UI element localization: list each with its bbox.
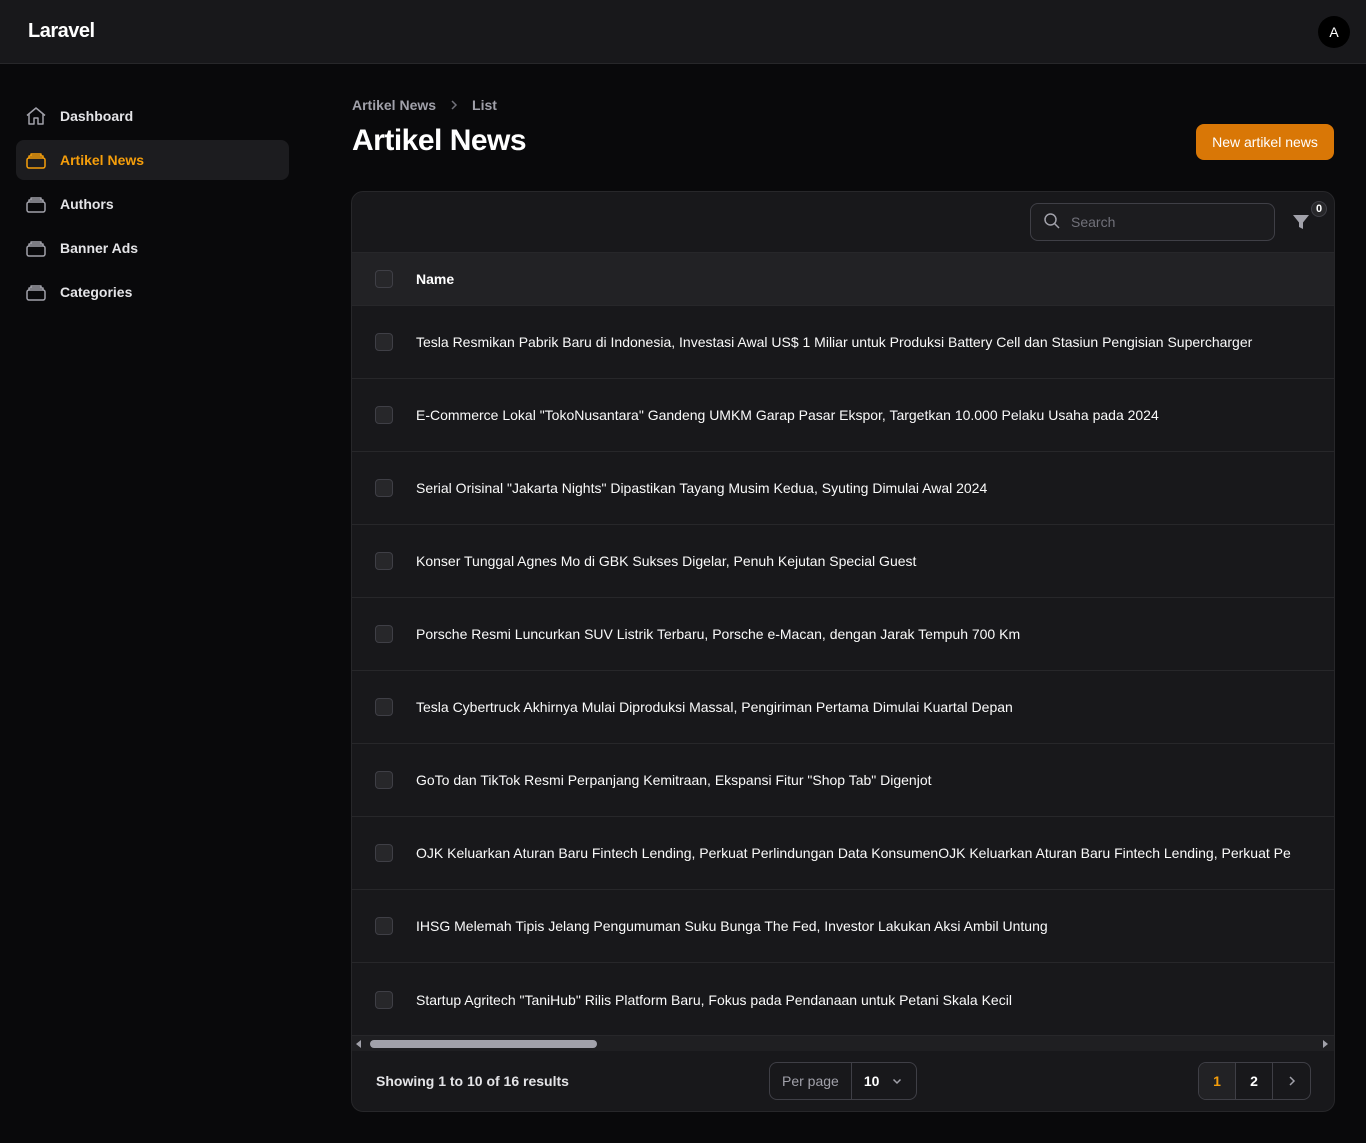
- filter-count-badge: 0: [1311, 201, 1327, 217]
- sidebar: Dashboard Artikel News Authors Banner Ad…: [16, 96, 289, 316]
- chevron-right-icon: [1288, 1076, 1295, 1086]
- column-header-name[interactable]: Name: [416, 271, 454, 287]
- row-checkbox[interactable]: [375, 771, 393, 789]
- table-row[interactable]: Tesla Cybertruck Akhirnya Mulai Diproduk…: [352, 671, 1334, 744]
- row-checkbox[interactable]: [375, 552, 393, 570]
- row-name[interactable]: Tesla Resmikan Pabrik Baru di Indonesia,…: [416, 334, 1252, 350]
- row-checkbox[interactable]: [375, 844, 393, 862]
- row-name[interactable]: Porsche Resmi Luncurkan SUV Listrik Terb…: [416, 626, 1020, 642]
- breadcrumb: Artikel News List: [352, 97, 497, 113]
- breadcrumb-current: List: [472, 97, 497, 113]
- search-icon: [1043, 212, 1061, 233]
- row-name[interactable]: OJK Keluarkan Aturan Baru Fintech Lendin…: [416, 845, 1291, 861]
- row-checkbox[interactable]: [375, 479, 393, 497]
- row-checkbox[interactable]: [375, 625, 393, 643]
- sidebar-item-label: Authors: [60, 196, 114, 212]
- row-checkbox[interactable]: [375, 333, 393, 351]
- per-page-label: Per page: [770, 1063, 852, 1099]
- breadcrumb-parent[interactable]: Artikel News: [352, 97, 436, 113]
- row-name[interactable]: IHSG Melemah Tipis Jelang Pengumuman Suk…: [416, 918, 1048, 934]
- per-page-select[interactable]: 10: [852, 1073, 904, 1089]
- table-row[interactable]: Konser Tunggal Agnes Mo di GBK Sukses Di…: [352, 525, 1334, 598]
- page-2-button[interactable]: 2: [1236, 1063, 1273, 1099]
- table-toolbar: 0: [352, 192, 1334, 253]
- row-name[interactable]: GoTo dan TikTok Resmi Perpanjang Kemitra…: [416, 772, 932, 788]
- row-name[interactable]: E-Commerce Lokal "TokoNusantara" Gandeng…: [416, 407, 1159, 423]
- sidebar-item-authors[interactable]: Authors: [16, 184, 289, 224]
- next-page-button[interactable]: [1273, 1063, 1310, 1099]
- filter-icon[interactable]: [1290, 211, 1312, 233]
- table-row[interactable]: Serial Orisinal "Jakarta Nights" Dipasti…: [352, 452, 1334, 525]
- topbar: Laravel A: [0, 0, 1366, 64]
- horizontal-scrollbar[interactable]: [352, 1035, 1334, 1051]
- table-row[interactable]: GoTo dan TikTok Resmi Perpanjang Kemitra…: [352, 744, 1334, 817]
- row-name[interactable]: Tesla Cybertruck Akhirnya Mulai Diproduk…: [416, 699, 1013, 715]
- table-row[interactable]: Startup Agritech "TaniHub" Rilis Platfor…: [352, 963, 1334, 1036]
- table-row[interactable]: IHSG Melemah Tipis Jelang Pengumuman Suk…: [352, 890, 1334, 963]
- sidebar-item-label: Categories: [60, 284, 133, 300]
- table-row[interactable]: OJK Keluarkan Aturan Baru Fintech Lendin…: [352, 817, 1334, 890]
- sidebar-item-label: Dashboard: [60, 108, 134, 124]
- chevron-right-icon: [448, 99, 460, 111]
- search-field[interactable]: [1030, 203, 1275, 241]
- table-body: Tesla Resmikan Pabrik Baru di Indonesia,…: [352, 306, 1334, 1036]
- sidebar-item-label: Artikel News: [60, 152, 145, 168]
- row-name[interactable]: Serial Orisinal "Jakarta Nights" Dipasti…: [416, 480, 987, 496]
- table-row[interactable]: E-Commerce Lokal "TokoNusantara" Gandeng…: [352, 379, 1334, 452]
- results-summary: Showing 1 to 10 of 16 results: [376, 1073, 569, 1089]
- page-1-button[interactable]: 1: [1199, 1063, 1236, 1099]
- row-name[interactable]: Startup Agritech "TaniHub" Rilis Platfor…: [416, 992, 1012, 1008]
- row-checkbox[interactable]: [375, 698, 393, 716]
- page-title: Artikel News: [352, 124, 527, 157]
- home-icon: [24, 104, 48, 128]
- sidebar-item-banner-ads[interactable]: Banner Ads: [16, 228, 289, 268]
- rectangle-stack-icon: [24, 192, 48, 216]
- sidebar-item-label: Banner Ads: [60, 240, 139, 256]
- pagination: 1 2: [1198, 1062, 1311, 1100]
- scroll-right-icon[interactable]: [1323, 1040, 1328, 1048]
- user-avatar[interactable]: A: [1318, 16, 1350, 48]
- select-all-checkbox[interactable]: [375, 270, 393, 288]
- per-page-value: 10: [863, 1073, 880, 1089]
- sidebar-item-categories[interactable]: Categories: [16, 272, 289, 312]
- per-page-control: Per page 10: [769, 1062, 917, 1100]
- table-row[interactable]: Tesla Resmikan Pabrik Baru di Indonesia,…: [352, 306, 1334, 379]
- row-name[interactable]: Konser Tunggal Agnes Mo di GBK Sukses Di…: [416, 553, 916, 569]
- rectangle-stack-icon: [24, 148, 48, 172]
- chevron-down-icon: [891, 1075, 903, 1087]
- row-checkbox[interactable]: [375, 917, 393, 935]
- rectangle-stack-icon: [24, 236, 48, 260]
- brand-logo[interactable]: Laravel: [28, 20, 95, 43]
- row-checkbox[interactable]: [375, 990, 393, 1009]
- table-card: 0 Name Tesla Resmikan Pabrik Baru di Ind…: [351, 191, 1335, 1112]
- sidebar-item-dashboard[interactable]: Dashboard: [16, 96, 289, 136]
- row-checkbox[interactable]: [375, 406, 393, 424]
- table-header: Name: [352, 253, 1334, 306]
- search-input[interactable]: [1071, 214, 1261, 230]
- table-footer: Showing 1 to 10 of 16 results Per page 1…: [352, 1051, 1334, 1111]
- rectangle-stack-icon: [24, 280, 48, 304]
- new-artikel-news-button[interactable]: New artikel news: [1196, 124, 1334, 160]
- scroll-left-icon[interactable]: [356, 1040, 361, 1048]
- scrollbar-thumb[interactable]: [370, 1040, 597, 1048]
- sidebar-item-artikel-news[interactable]: Artikel News: [16, 140, 289, 180]
- table-row[interactable]: Porsche Resmi Luncurkan SUV Listrik Terb…: [352, 598, 1334, 671]
